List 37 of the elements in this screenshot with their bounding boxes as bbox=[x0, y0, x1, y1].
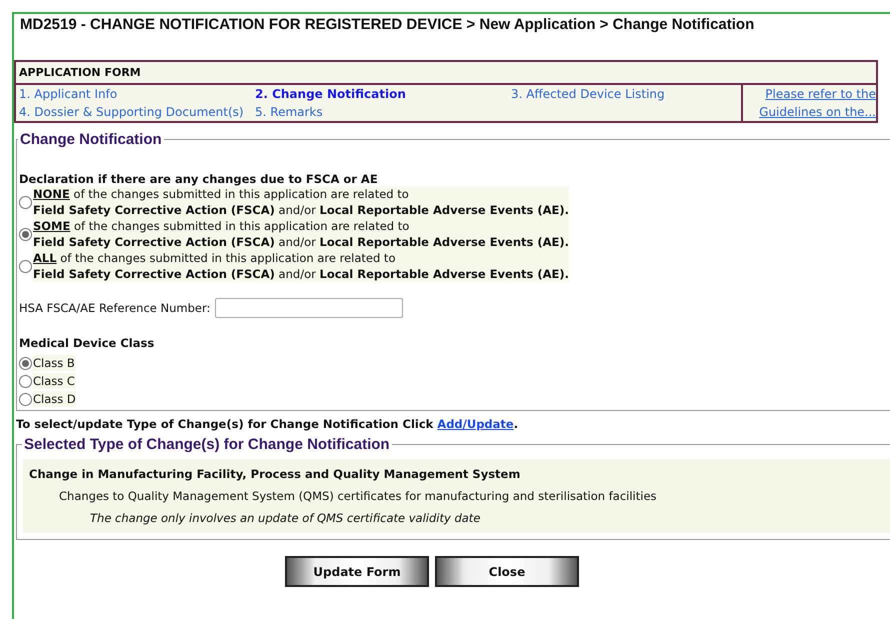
instruction-text: To select/update Type of Change(s) for Change Notification Click Add/Update. bbox=[15, 416, 520, 431]
step-link[interactable]: 5. Remarks bbox=[255, 104, 511, 119]
reference-input[interactable] bbox=[215, 298, 404, 318]
option-text: Field Safety Corrective Action (FSCA) and/or Local Reportable Adverse Events (AE). bbox=[33, 234, 570, 250]
radio-button[interactable] bbox=[19, 228, 32, 240]
guidelines-link[interactable]: Please refer to the bbox=[765, 87, 876, 101]
radio-button[interactable] bbox=[19, 392, 32, 406]
radio-button[interactable] bbox=[19, 196, 32, 208]
option-text: NONE of the changes submitted in this application are related to bbox=[33, 186, 570, 202]
form-heading: APPLICATION FORM bbox=[16, 62, 876, 85]
field-label: Medical Device Class bbox=[19, 336, 156, 350]
section-legend: Change Notification bbox=[18, 131, 164, 148]
step-link[interactable]: 2. Change Notification bbox=[255, 87, 511, 102]
detail-text: The change only involves an update of QMS certificate validity date bbox=[89, 511, 482, 527]
radio-button[interactable] bbox=[19, 260, 32, 272]
radio-button[interactable] bbox=[19, 374, 32, 388]
add-update-link[interactable]: Add/Update bbox=[437, 417, 514, 431]
step-link[interactable]: 1. Applicant Info bbox=[19, 87, 255, 102]
guidelines-link[interactable]: Guidelines on the... bbox=[759, 105, 876, 119]
update-button[interactable]: Update Form bbox=[285, 556, 429, 587]
category-text: Change in Manufacturing Facility, Process and Quality Management System bbox=[29, 466, 522, 483]
step-link[interactable]: 3. Affected Device Listing bbox=[511, 87, 738, 102]
step-link[interactable]: 4. Dossier & Supporting Document(s) bbox=[19, 104, 255, 119]
option-label: Class C bbox=[33, 373, 75, 389]
option-label: Class D bbox=[33, 391, 76, 407]
change-text: Changes to Quality Management System (QMS) certificates for manufacturing and sterilisation facilities bbox=[58, 489, 658, 505]
field-label: HSA FSCA/AE Reference Number: bbox=[19, 301, 210, 315]
page-title: MD2519 - CHANGE NOTIFICATION FOR REGISTERED DEVICE > New Application > Change Notification bbox=[19, 15, 756, 35]
radio-button[interactable] bbox=[19, 356, 32, 370]
option-text: SOME of the changes submitted in this application are related to bbox=[33, 218, 570, 234]
option-label: Class B bbox=[33, 355, 75, 371]
section-legend: Selected Type of Change(s) for Change Notification bbox=[22, 436, 392, 453]
option-text: Field Safety Corrective Action (FSCA) and/or Local Reportable Adverse Events (AE). bbox=[33, 266, 570, 282]
option-text: ALL of the changes submitted in this application are related to bbox=[33, 250, 570, 266]
field-label: Declaration if there are any changes due to FSCA or AE bbox=[19, 172, 379, 186]
option-text: Field Safety Corrective Action (FSCA) and/or Local Reportable Adverse Events (AE). bbox=[33, 202, 570, 218]
close-button[interactable]: Close bbox=[435, 556, 579, 587]
